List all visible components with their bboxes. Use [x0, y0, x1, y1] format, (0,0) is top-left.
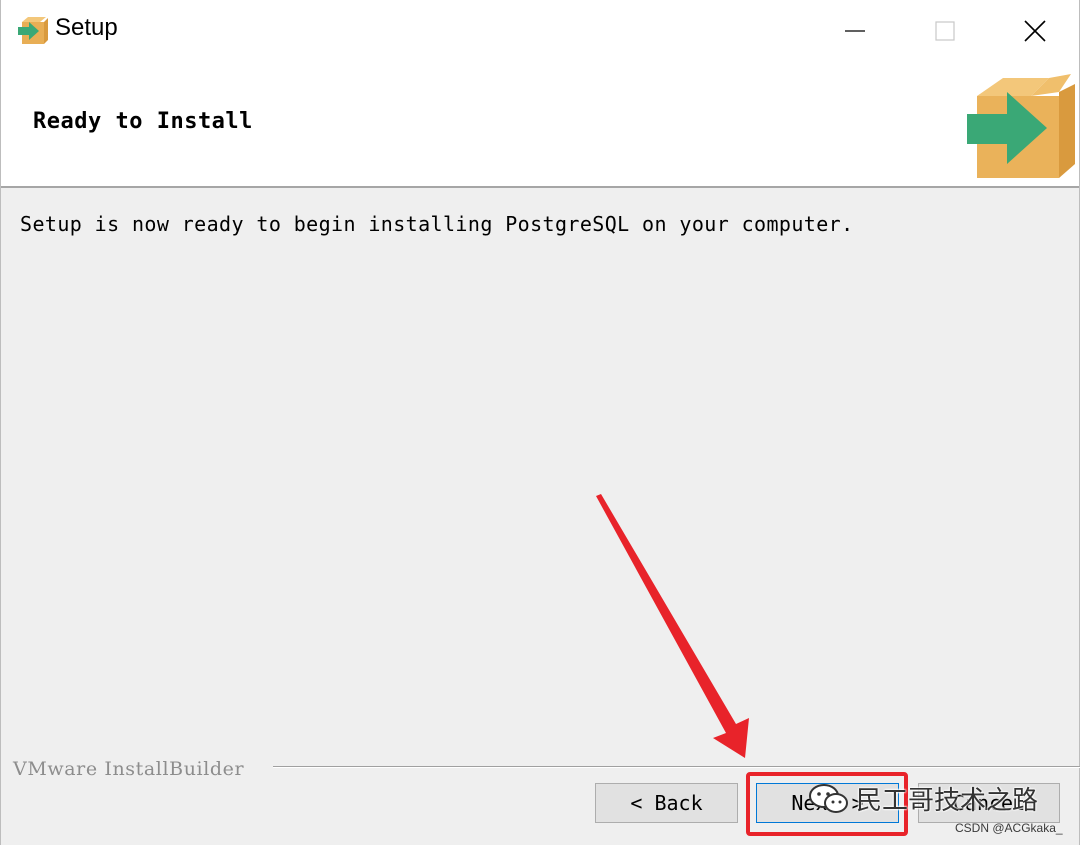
title-bar[interactable]: Setup: [1, 0, 1079, 62]
cancel-button[interactable]: Cancel: [918, 783, 1060, 823]
ready-message: Setup is now ready to begin installing P…: [20, 212, 854, 236]
installer-box-arrow-icon: [967, 74, 1075, 178]
minimize-button[interactable]: [809, 0, 901, 62]
setup-window: Setup Ready to Install Setup is now read…: [0, 0, 1080, 845]
minimize-icon: [845, 30, 865, 32]
maximize-icon: [935, 21, 955, 41]
footer-divider: [273, 766, 1080, 768]
maximize-button[interactable]: [899, 0, 991, 62]
close-icon: [1024, 20, 1046, 42]
app-icon: [18, 17, 48, 44]
page-header: Ready to Install: [1, 62, 1079, 188]
back-button[interactable]: < Back: [595, 783, 738, 823]
installer-brand: VMware InstallBuilder: [13, 758, 245, 780]
next-button[interactable]: Next >: [756, 783, 899, 823]
csdn-watermark: CSDN @ACGkaka_: [955, 821, 1063, 835]
window-title: Setup: [55, 14, 118, 41]
page-title: Ready to Install: [33, 109, 253, 134]
close-button[interactable]: [989, 0, 1080, 62]
